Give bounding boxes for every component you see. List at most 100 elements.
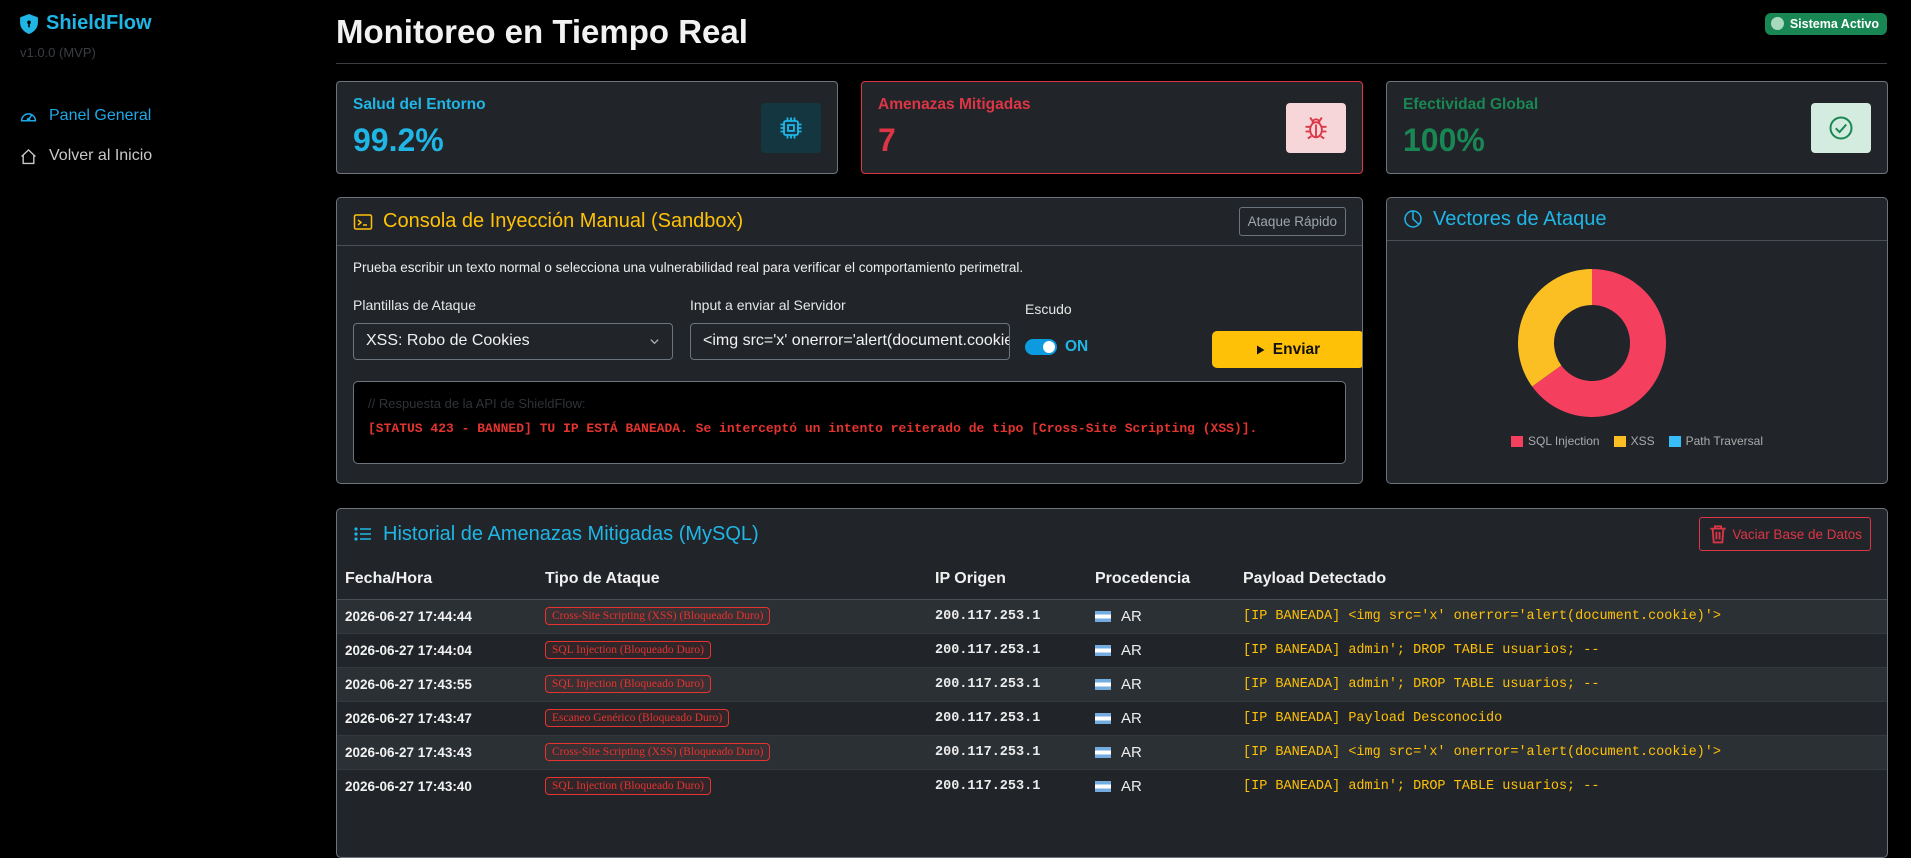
- terminal-comment: // Respuesta de la API de ShieldFlow:: [368, 396, 586, 411]
- col-header-origin[interactable]: Procedencia: [1087, 559, 1235, 600]
- cell-payload: [IP BANEADA] admin'; DROP TABLE usuarios…: [1235, 666, 1887, 701]
- legend-label: Path Traversal: [1685, 434, 1763, 448]
- speedometer-icon: [20, 112, 37, 121]
- donut-slice-xss[interactable]: [1518, 269, 1592, 387]
- legend-swatch: [1613, 435, 1626, 447]
- argentina-flag-icon: [1095, 678, 1111, 690]
- brand[interactable]: ShieldFlow: [20, 12, 300, 35]
- col-header-payload[interactable]: Payload Detectado: [1235, 559, 1887, 600]
- cell-payload: [IP BANEADA] <img src='x' onerror='alert…: [1235, 598, 1887, 633]
- attack-type-badge: SQL Injection (Bloqueado Duro): [545, 641, 711, 659]
- history-header: Historial de Amenazas Mitigadas (MySQL) …: [337, 509, 1887, 559]
- cell-ip: 200.117.253.1: [927, 598, 1087, 633]
- sidebar-nav: Panel General Volver al Inicio: [20, 96, 300, 176]
- cell-payload: [IP BANEADA] admin'; DROP TABLE usuarios…: [1235, 632, 1887, 667]
- table-row[interactable]: 2026-06-27 17:43:43 Cross-Site Scripting …: [337, 734, 1887, 769]
- attack-type-badge: SQL Injection (Bloqueado Duro): [545, 675, 711, 693]
- cell-origin: AR: [1087, 632, 1235, 667]
- kpi-card-threats: Amenazas Mitigadas 7: [861, 81, 1363, 174]
- cell-ip: 200.117.253.1: [927, 768, 1087, 803]
- cell-type: Cross-Site Scripting (XSS) (Bloqueado Du…: [537, 598, 927, 633]
- input-label: Input a enviar al Servidor: [690, 297, 846, 313]
- clear-db-button[interactable]: Vaciar Base de Datos: [1699, 517, 1871, 551]
- cell-origin: AR: [1087, 734, 1235, 769]
- shield-toggle[interactable]: ON: [1025, 338, 1088, 356]
- page-title: Monitoreo en Tiempo Real: [336, 12, 748, 50]
- brand-name: ShieldFlow: [46, 12, 152, 34]
- cell-payload: [IP BANEADA] Payload Desconocido: [1235, 700, 1887, 735]
- cell-payload: [IP BANEADA] admin'; DROP TABLE usuarios…: [1235, 768, 1887, 803]
- kpi-label: Amenazas Mitigadas: [878, 96, 1031, 113]
- send-button[interactable]: Enviar: [1212, 331, 1362, 368]
- col-header-date[interactable]: Fecha/Hora: [337, 559, 537, 600]
- cell-date: 2026-06-27 17:44:44: [337, 598, 537, 633]
- cell-ip: 200.117.253.1: [927, 700, 1087, 735]
- legend-item[interactable]: XSS: [1613, 434, 1655, 448]
- cell-ip: 200.117.253.1: [927, 734, 1087, 769]
- kpi-value: 100%: [1403, 122, 1485, 158]
- sidebar-item-label: Volver al Inicio: [49, 147, 153, 164]
- cell-date: 2026-06-27 17:44:04: [337, 632, 537, 667]
- vectors-panel: Vectores de Ataque SQL Injection XSS Path …: [1386, 197, 1888, 484]
- console-form: Plantillas de Ataque XSS: Robo de Cookie…: [353, 297, 1362, 368]
- play-icon: [1256, 345, 1265, 354]
- kpi-value: 99.2%: [353, 122, 444, 158]
- legend-label: XSS: [1630, 434, 1655, 448]
- quick-attack-button[interactable]: Ataque Rápido: [1238, 207, 1346, 236]
- sidebar-item-panel-general[interactable]: Panel General: [20, 96, 300, 136]
- country-code: AR: [1121, 777, 1142, 795]
- legend-swatch: [1668, 435, 1681, 447]
- shield-state: ON: [1065, 338, 1089, 355]
- vectors-header: Vectores de Ataque: [1387, 198, 1887, 241]
- kpi-label: Salud del Entorno: [353, 96, 486, 113]
- list-icon: [354, 527, 371, 541]
- console-body: Prueba escribir un texto normal o selecc…: [337, 246, 1362, 478]
- shield-label: Escudo: [1025, 301, 1072, 317]
- payload-input[interactable]: <img src='x' onerror='alert(document.coo…: [690, 323, 1010, 360]
- argentina-flag-icon: [1095, 644, 1111, 656]
- attack-type-badge: Escaneo Genérico (Bloqueado Duro): [545, 709, 730, 727]
- version-label: v1.0.0 (MVP): [20, 45, 96, 60]
- console-help-text: Prueba escribir un texto normal o selecc…: [353, 260, 1024, 275]
- country-code: AR: [1121, 675, 1142, 693]
- attack-type-badge: Cross-Site Scripting (XSS) (Bloqueado Du…: [545, 607, 771, 625]
- cell-type: Cross-Site Scripting (XSS) (Bloqueado Du…: [537, 734, 927, 769]
- kpi-label: Efectividad Global: [1403, 96, 1539, 113]
- table-row[interactable]: 2026-06-27 17:43:47 Escaneo Genérico (Blo…: [337, 700, 1887, 735]
- cell-type: SQL Injection (Bloqueado Duro): [537, 632, 927, 667]
- col-header-ip[interactable]: IP Origen: [927, 559, 1087, 600]
- argentina-flag-icon: [1095, 712, 1111, 724]
- main-content: Monitoreo en Tiempo Real Sistema Activo …: [336, 0, 1888, 858]
- trash-icon: [1710, 525, 1727, 544]
- api-response-terminal: // Respuesta de la API de ShieldFlow: [S…: [353, 381, 1346, 464]
- argentina-flag-icon: [1095, 746, 1111, 758]
- table-header-row: Fecha/Hora Tipo de Ataque IP Origen Proc…: [337, 559, 1887, 600]
- shield-switch[interactable]: [1025, 339, 1057, 355]
- legend-item[interactable]: Path Traversal: [1668, 434, 1763, 448]
- kpi-row: Salud del Entorno 99.2% Amenazas Mitigad…: [336, 81, 1888, 174]
- argentina-flag-icon: [1095, 780, 1111, 792]
- status-dot-icon: [1770, 17, 1784, 30]
- legend-label: SQL Injection: [1528, 434, 1600, 448]
- table-row[interactable]: 2026-06-27 17:44:44 Cross-Site Scripting …: [337, 598, 1887, 633]
- topbar: Monitoreo en Tiempo Real Sistema Activo: [336, 0, 1887, 64]
- status-text: Sistema Activo: [1789, 16, 1879, 31]
- kpi-card-health: Salud del Entorno 99.2%: [336, 81, 838, 174]
- cell-origin: AR: [1087, 666, 1235, 701]
- terminal-icon: [353, 213, 373, 230]
- table-row[interactable]: 2026-06-27 17:43:55 SQL Injection (Bloque…: [337, 666, 1887, 701]
- sidebar-item-volver-inicio[interactable]: Volver al Inicio: [20, 136, 300, 176]
- template-label: Plantillas de Ataque: [353, 297, 476, 313]
- clear-db-label: Vaciar Base de Datos: [1732, 526, 1862, 542]
- table-row[interactable]: 2026-06-27 17:43:40 SQL Injection (Bloque…: [337, 768, 1887, 803]
- attack-vectors-donut: [1518, 269, 1666, 417]
- col-header-type[interactable]: Tipo de Ataque: [537, 559, 927, 600]
- legend-item[interactable]: SQL Injection: [1511, 434, 1600, 448]
- check-circle-icon: [1811, 103, 1871, 153]
- chart-legend: SQL Injection XSS Path Traversal: [1387, 434, 1887, 448]
- cell-date: 2026-06-27 17:43:40: [337, 768, 537, 803]
- cell-origin: AR: [1087, 700, 1235, 735]
- table-row[interactable]: 2026-06-27 17:44:04 SQL Injection (Bloque…: [337, 632, 1887, 667]
- history-panel: Historial de Amenazas Mitigadas (MySQL) …: [336, 508, 1888, 858]
- template-select[interactable]: XSS: Robo de Cookies: [353, 323, 673, 360]
